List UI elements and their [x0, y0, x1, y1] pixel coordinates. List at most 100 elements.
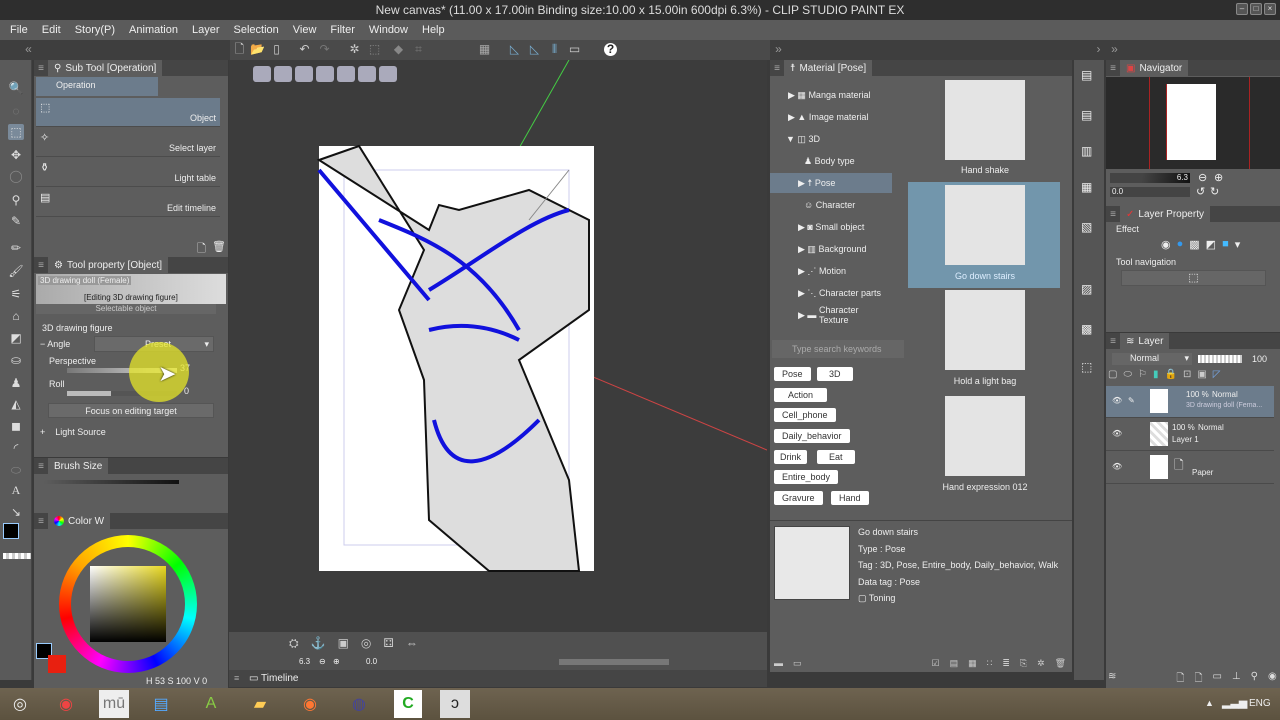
brush-size-preview[interactable] — [44, 480, 179, 484]
clip-icon[interactable]: ⬭ — [1123, 369, 1132, 380]
tree-item-character[interactable]: ☺ Character — [770, 195, 890, 215]
control-panel-icon[interactable]: ▤ — [141, 690, 181, 718]
opacity-slider[interactable] — [1198, 355, 1242, 363]
panel-menu-icon[interactable]: ≡ — [1106, 209, 1120, 220]
new-vector-layer-icon[interactable]: 🗋 — [1194, 671, 1202, 688]
tag-3d[interactable]: 3D — [817, 367, 853, 381]
mask-icon[interactable]: ▣ — [1197, 369, 1206, 380]
maximize-button[interactable]: □ — [1250, 3, 1262, 15]
sub-tool-group-tab[interactable]: Operation — [36, 77, 158, 96]
sub-tool-edit-timeline[interactable]: ▤ Edit timeline — [36, 188, 220, 217]
tag-pose[interactable]: Pose — [774, 367, 811, 381]
zoom-out-icon[interactable]: ⊖ — [1198, 171, 1207, 184]
new-folder-icon[interactable]: ▭ — [1212, 671, 1221, 688]
tag-eat[interactable]: Eat — [817, 450, 855, 464]
tag-hand[interactable]: Hand — [831, 491, 869, 505]
threshold-icon[interactable]: ◩ — [1206, 238, 1216, 251]
clear-icon[interactable]: ✲ — [348, 43, 361, 56]
horizontal-scrollbar[interactable] — [559, 659, 669, 665]
eraser-icon[interactable]: ◩ — [8, 330, 24, 346]
eclipse-icon[interactable]: ◍ — [339, 690, 379, 718]
panel-icon[interactable]: ▨ — [1081, 282, 1092, 296]
panel-menu-icon[interactable]: ≡ — [34, 516, 48, 527]
mask-icon[interactable]: ◉ — [1268, 671, 1277, 688]
thumbnail-hold-light-bag[interactable] — [945, 290, 1025, 370]
menu-file[interactable]: File — [10, 24, 28, 36]
tree-item-body-type[interactable]: ♟ Body type — [770, 151, 890, 171]
redo-icon[interactable]: ↷ — [318, 43, 331, 56]
open-file-icon[interactable]: 📂 — [250, 43, 265, 56]
firefox-icon[interactable]: ◉ — [290, 690, 330, 718]
lock-icon[interactable]: 🔒 — [1164, 369, 1176, 380]
tree-item-manga-material[interactable]: ▶ ▦ Manga material — [770, 85, 890, 105]
panel-icon[interactable]: ▥ — [1081, 144, 1092, 158]
tree-item-background[interactable]: ▶ ▥ Background — [770, 239, 890, 259]
sub-tool-light-table[interactable]: ⚱ Light table — [36, 158, 220, 187]
tone-icon[interactable]: ▩ — [1189, 238, 1199, 251]
collapse-icon[interactable]: › — [1092, 43, 1105, 56]
expand-icon[interactable]: » — [1108, 43, 1121, 56]
canvas-rotation-value[interactable]: 0.0 — [366, 657, 377, 666]
rotate-left-icon[interactable]: ↺ — [1196, 185, 1205, 198]
camera-icon[interactable]: ⛭ — [289, 636, 299, 651]
pencil-icon[interactable]: ✏ — [8, 240, 24, 256]
close-button[interactable]: × — [1264, 3, 1276, 15]
move-tool-icon[interactable]: ◌ — [8, 103, 24, 119]
canvas-area[interactable] — [229, 60, 767, 632]
draft-icon[interactable]: ▮ — [1153, 369, 1159, 380]
sub-tool-object[interactable]: ⬚ Object — [36, 98, 220, 127]
panel-icon[interactable]: ▦ — [1081, 180, 1092, 194]
large-thumb-icon[interactable]: ▦ — [968, 658, 977, 669]
tag-gravure[interactable]: Gravure — [774, 491, 823, 505]
scale-icon[interactable]: ⇔ — [406, 636, 418, 651]
mask-add-icon[interactable]: ⚲ — [1251, 671, 1258, 688]
help-icon[interactable]: ? — [604, 43, 617, 56]
tray-arrow-icon[interactable]: ▲ — [1205, 698, 1214, 708]
border-effect-icon[interactable]: ◉ — [1161, 238, 1171, 251]
tag-entire-body[interactable]: Entire_body — [774, 470, 839, 484]
panel-icon[interactable]: ▤ — [1081, 68, 1092, 82]
camtasia-icon[interactable]: C — [394, 690, 422, 718]
layer-row-3d[interactable]: 👁 ✎ 100 % Normal 3D drawing doll (Fema... — [1106, 386, 1274, 418]
canvas-zoom-value[interactable]: 6.3 — [299, 657, 310, 666]
decoration-icon[interactable]: ⌂ — [8, 308, 24, 324]
frame-icon[interactable]: ⬭ — [8, 462, 24, 478]
visibility-eye-icon[interactable]: 👁 — [1112, 396, 1122, 405]
main-color-swatch[interactable] — [3, 523, 19, 539]
tool-navigation-button[interactable]: ⬚ — [1121, 270, 1266, 286]
more-icon[interactable]: ▾ — [1235, 238, 1241, 251]
sub-tool-select-layer[interactable]: ✧ Select layer — [36, 128, 220, 157]
tag-daily-behavior[interactable]: Daily_behavior — [774, 429, 850, 443]
operation-tool-icon[interactable]: ⬚ — [8, 124, 24, 140]
panel-menu-icon[interactable]: ≡ — [34, 63, 48, 74]
thumbnail-hand-expression[interactable] — [945, 396, 1025, 476]
folder-icon[interactable]: ▬ — [774, 658, 783, 669]
paste-icon[interactable]: ⎘ — [1020, 658, 1027, 669]
transparent-swatch[interactable] — [3, 553, 31, 559]
timeline-tab[interactable]: ▭ Timeline — [249, 673, 298, 684]
panel-icon[interactable]: ⬚ — [1081, 360, 1092, 374]
grid-icon[interactable]: ▦ — [478, 43, 491, 56]
musescore-icon[interactable]: mū — [99, 690, 129, 718]
light-source-expand[interactable]: + Light Source — [40, 427, 106, 437]
tag-cell-phone[interactable]: Cell_phone — [774, 408, 836, 422]
fill-icon[interactable]: ◆ — [392, 43, 405, 56]
eyedropper-icon[interactable]: ⚲ — [8, 192, 24, 208]
pen-icon[interactable]: ✎ — [8, 213, 24, 229]
panel-menu-icon[interactable]: ≡ — [770, 63, 784, 74]
collapse-left-icon[interactable]: « — [22, 43, 35, 56]
menu-help[interactable]: Help — [422, 24, 445, 36]
toning-checkbox[interactable]: ▢ Toning — [858, 593, 895, 604]
tree-item-image-material[interactable]: ▶ ▲ Image material — [770, 107, 890, 127]
ground-icon[interactable]: ⚓ — [311, 636, 326, 651]
start-button-icon[interactable]: ◎ — [0, 690, 40, 718]
angle-collapse[interactable]: − Angle — [40, 339, 70, 349]
pose-icon[interactable]: ▣ — [338, 636, 349, 651]
list-view-icon[interactable]: ▤ — [950, 658, 959, 669]
ruler-icon[interactable]: ◺ — [508, 43, 521, 56]
android-studio-icon[interactable]: A — [191, 690, 231, 718]
thumbnail-hand-shake[interactable] — [945, 80, 1025, 160]
saturation-value-square[interactable] — [90, 566, 166, 642]
layer-color-icon[interactable]: ▢ — [1108, 369, 1117, 380]
color-icon[interactable]: ■ — [1222, 238, 1229, 251]
